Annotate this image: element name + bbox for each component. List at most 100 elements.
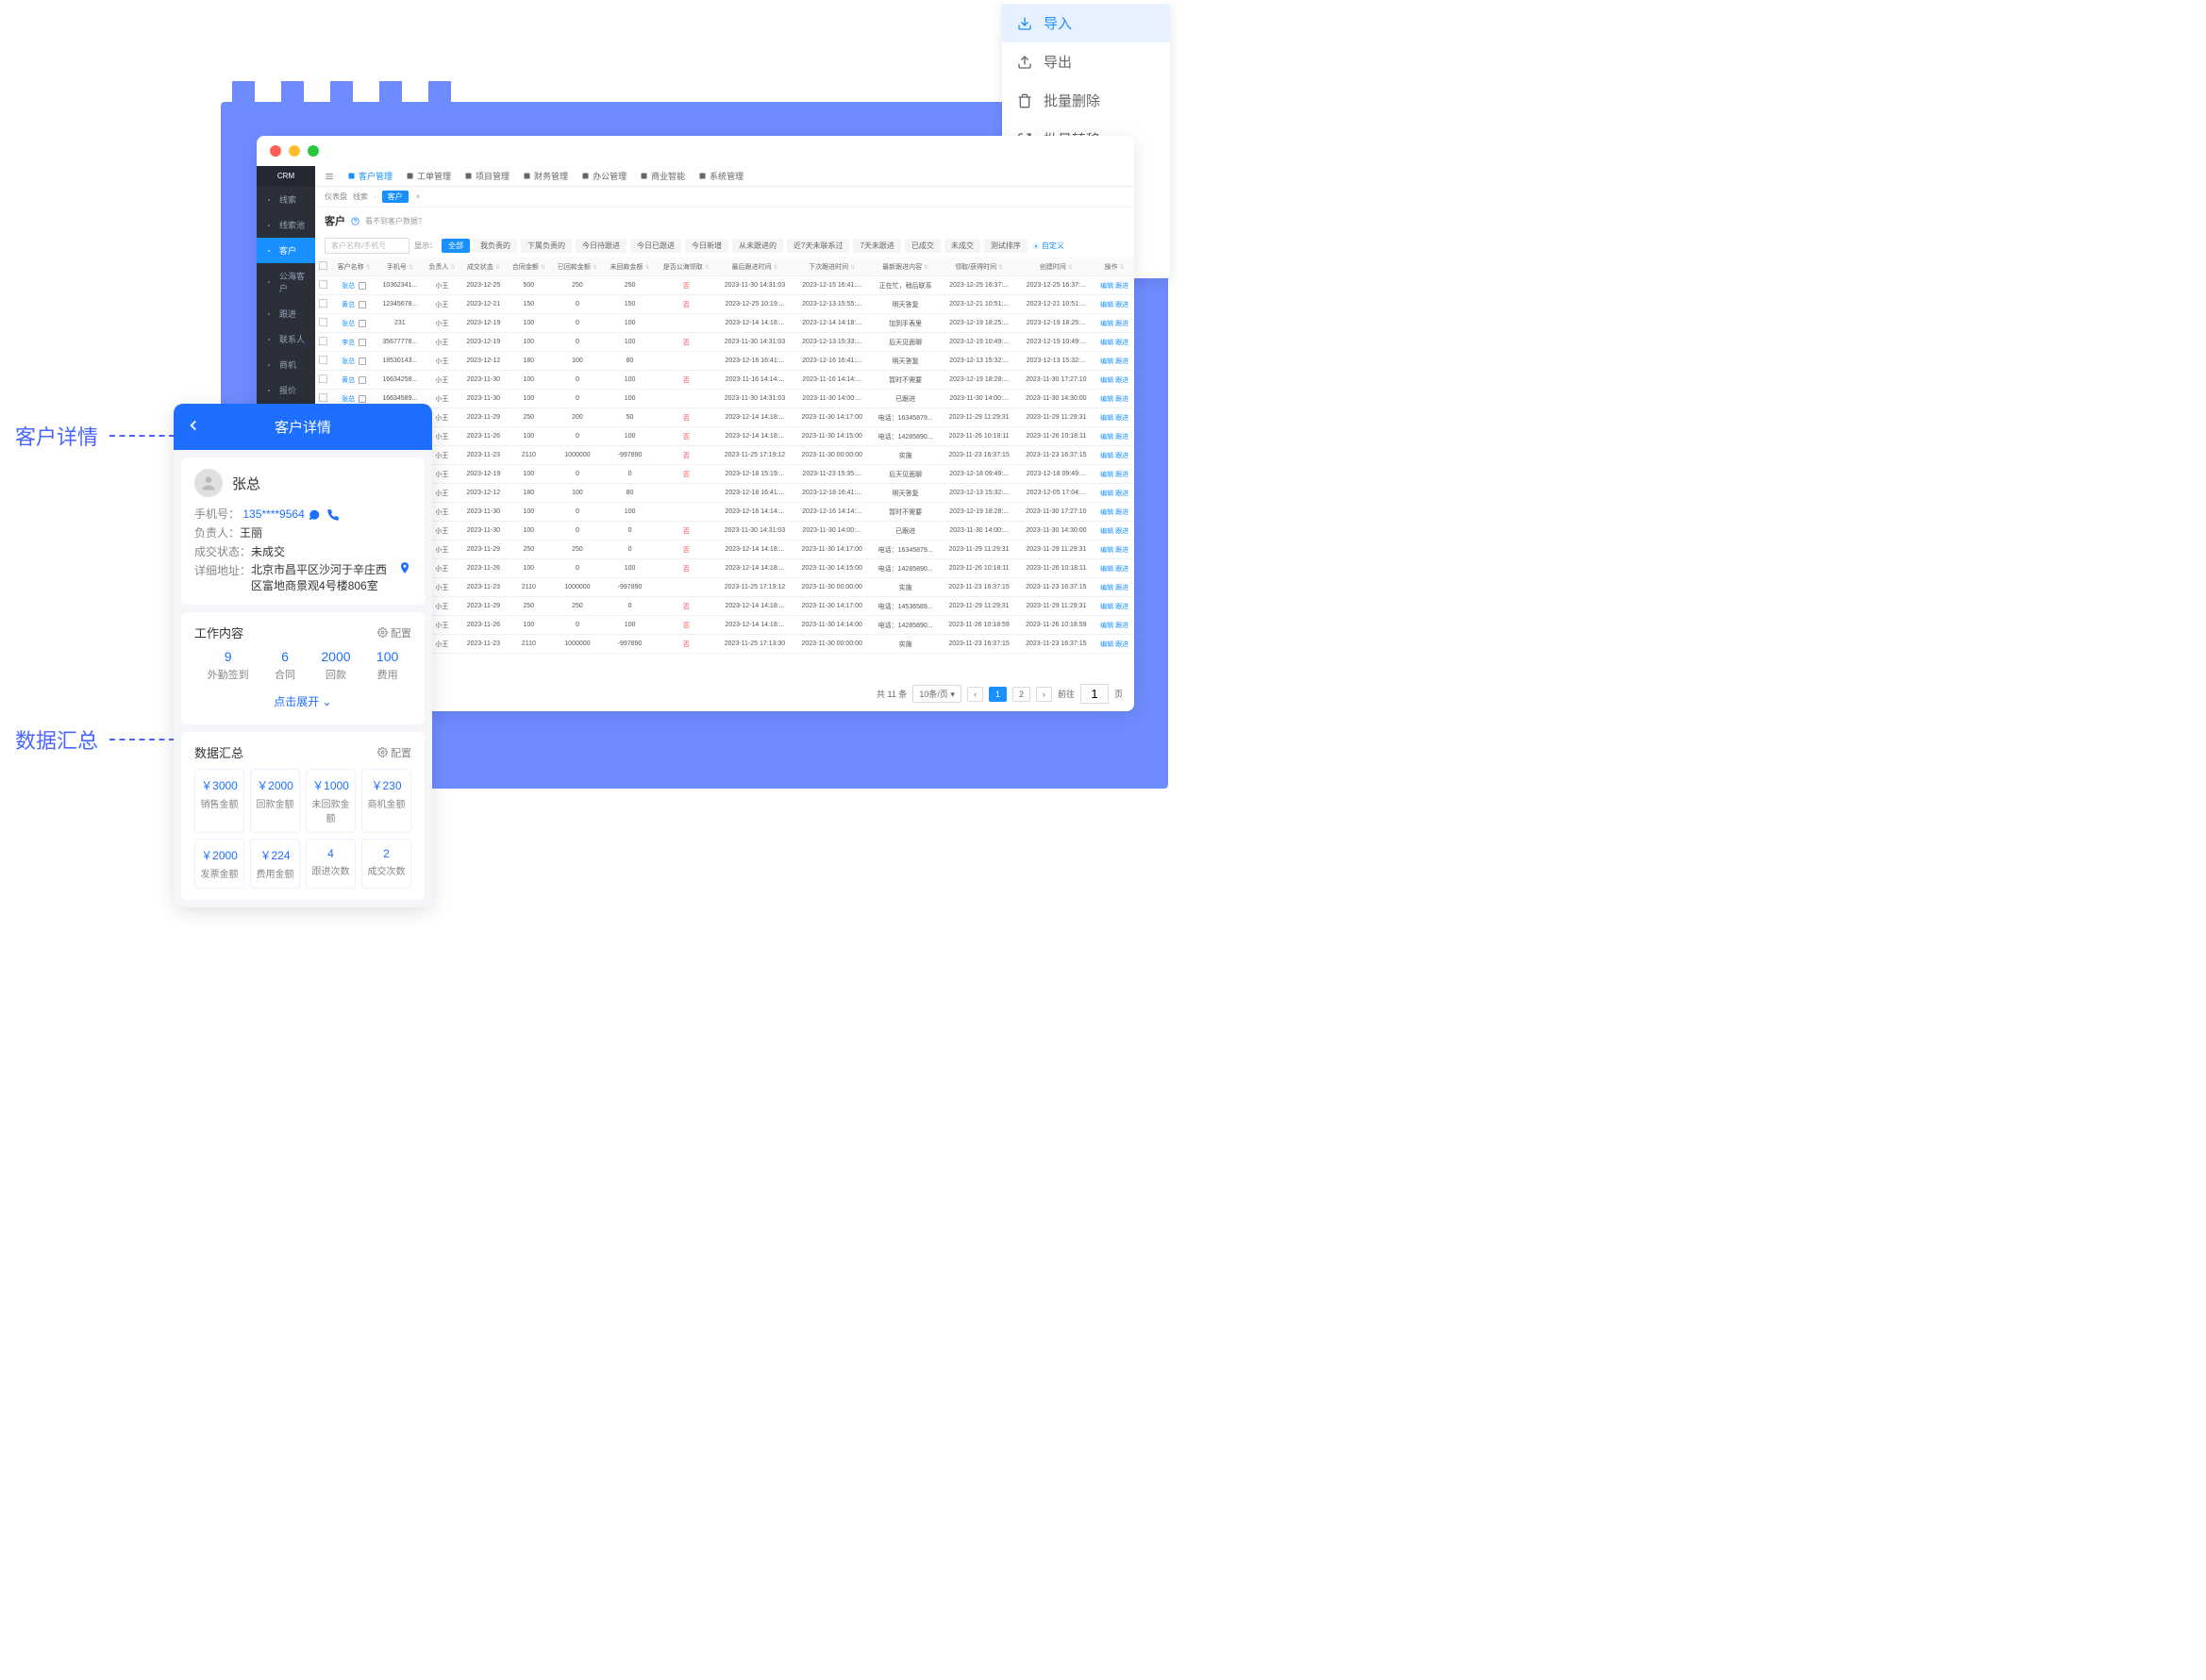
follow-link[interactable]: 跟进 [1115,321,1128,327]
edit-link[interactable]: 编辑 [1100,566,1113,573]
edit-link[interactable]: 编辑 [1100,547,1113,554]
column-header[interactable]: 合同金额 ⇅ [507,258,552,276]
column-header[interactable]: 最后跟进时间 ⇅ [716,258,794,276]
next-page[interactable]: › [1036,687,1052,702]
follow-link[interactable]: 跟进 [1115,547,1128,554]
customer-name-cell[interactable]: 张总 [331,352,376,371]
dropdown-download[interactable]: 导入 [1002,4,1170,42]
column-header[interactable]: 未回款金额 ⇅ [604,258,657,276]
edit-link[interactable]: 编辑 [1100,585,1113,591]
custom-filter[interactable]: 自定义 [1032,241,1064,251]
follow-link[interactable]: 跟进 [1115,491,1128,497]
edit-link[interactable]: 编辑 [1100,321,1113,327]
column-header[interactable]: 客户名称 ⇅ [331,258,376,276]
follow-link[interactable]: 跟进 [1115,283,1128,290]
edit-link[interactable]: 编辑 [1100,358,1113,365]
filter-8[interactable]: 7天未跟进 [853,239,900,253]
filter-7[interactable]: 近7天未联系过 [787,239,849,253]
customer-name-cell[interactable]: 张总 [331,314,376,333]
edit-link[interactable]: 编辑 [1100,302,1113,308]
work-config-button[interactable]: 配置 [377,625,411,640]
column-header[interactable]: 最新跟进内容 ⇅ [871,258,941,276]
filter-11[interactable]: 测试排序 [984,239,1028,253]
edit-link[interactable]: 编辑 [1100,434,1113,441]
sidebar-item-1[interactable]: 线索池 [257,212,315,238]
call-icon[interactable] [326,508,340,522]
edit-link[interactable]: 编辑 [1100,509,1113,516]
follow-link[interactable]: 跟进 [1115,302,1128,308]
copy-icon[interactable] [359,358,366,365]
nav-4[interactable]: 办公管理 [581,170,627,182]
row-checkbox[interactable] [319,318,327,326]
column-header[interactable]: 创建时间 ⇅ [1017,258,1095,276]
follow-link[interactable]: 跟进 [1115,396,1128,403]
filter-1[interactable]: 我负责的 [474,239,517,253]
follow-link[interactable]: 跟进 [1115,453,1128,459]
location-icon[interactable] [398,561,411,574]
filter-9[interactable]: 已成交 [905,239,941,253]
sidebar-item-4[interactable]: 跟进 [257,301,315,326]
follow-link[interactable]: 跟进 [1115,358,1128,365]
edit-link[interactable]: 编辑 [1100,340,1113,346]
customer-name-cell[interactable]: 李总 [331,333,376,352]
column-header[interactable]: 领取/获得时间 ⇅ [941,258,1018,276]
follow-link[interactable]: 跟进 [1115,623,1128,629]
follow-link[interactable]: 跟进 [1115,472,1128,478]
sidebar-item-0[interactable]: 线索 [257,187,315,212]
column-header[interactable]: 负责人 ⇅ [424,258,460,276]
column-header[interactable]: 操作 ⇅ [1095,258,1134,276]
follow-link[interactable]: 跟进 [1115,604,1128,610]
summary-cell[interactable]: ￥3000销售金额 [194,769,244,833]
column-header[interactable]: 是否公海领取 ⇅ [656,258,716,276]
edit-link[interactable]: 编辑 [1100,415,1113,422]
summary-cell[interactable]: ￥224费用金额 [250,839,300,889]
filter-0[interactable]: 全部 [442,239,470,253]
prev-page[interactable]: ‹ [967,687,983,702]
edit-link[interactable]: 编辑 [1100,491,1113,497]
filter-6[interactable]: 从未跟进的 [732,239,783,253]
customer-phone[interactable]: 135****9564 [242,507,304,521]
edit-link[interactable]: 编辑 [1100,641,1113,648]
edit-link[interactable]: 编辑 [1100,604,1113,610]
nav-6[interactable]: 系统管理 [698,170,744,182]
select-all-checkbox[interactable] [319,261,327,270]
follow-link[interactable]: 跟进 [1115,509,1128,516]
customer-name-cell[interactable]: 黄总 [331,371,376,390]
filter-3[interactable]: 今日待跟进 [576,239,627,253]
filter-10[interactable]: 未成交 [944,239,980,253]
nav-5[interactable]: 商业智能 [640,170,685,182]
follow-link[interactable]: 跟进 [1115,377,1128,384]
column-header[interactable]: 下次跟进时间 ⇅ [794,258,871,276]
summary-cell[interactable]: ￥2000回款金额 [250,769,300,833]
help-icon[interactable] [351,217,359,225]
follow-link[interactable]: 跟进 [1115,528,1128,535]
summary-cell[interactable]: 2成交次数 [361,839,411,889]
edit-link[interactable]: 编辑 [1100,396,1113,403]
follow-link[interactable]: 跟进 [1115,641,1128,648]
work-stat[interactable]: 2000回款 [321,649,350,682]
copy-icon[interactable] [359,282,366,290]
sidebar-item-5[interactable]: 联系人 [257,326,315,352]
edit-link[interactable]: 编辑 [1100,623,1113,629]
follow-link[interactable]: 跟进 [1115,340,1128,346]
goto-input[interactable] [1080,684,1109,704]
nav-0[interactable]: 客户管理 [347,170,393,182]
copy-icon[interactable] [359,301,366,308]
filter-5[interactable]: 今日新增 [685,239,728,253]
column-header[interactable]: 成交状态 ⇅ [460,258,506,276]
breadcrumb-path[interactable]: 线索 [353,191,368,202]
customer-name-cell[interactable]: 黄总 [331,295,376,314]
row-checkbox[interactable] [319,337,327,345]
follow-link[interactable]: 跟进 [1115,585,1128,591]
menu-icon[interactable] [325,172,334,181]
copy-icon[interactable] [359,395,366,403]
search-input[interactable]: 客户名称/手机号 [325,238,409,254]
row-checkbox[interactable] [319,280,327,289]
summary-config-button[interactable]: 配置 [377,745,411,760]
expand-button[interactable]: 点击展开 ⌄ [194,690,411,713]
edit-link[interactable]: 编辑 [1100,283,1113,290]
breadcrumb-dashboard[interactable]: 仪表盘 [325,191,347,202]
page-2[interactable]: 2 [1012,687,1030,702]
nav-1[interactable]: 工单管理 [406,170,451,182]
dropdown-trash[interactable]: 批量删除 [1002,81,1170,120]
